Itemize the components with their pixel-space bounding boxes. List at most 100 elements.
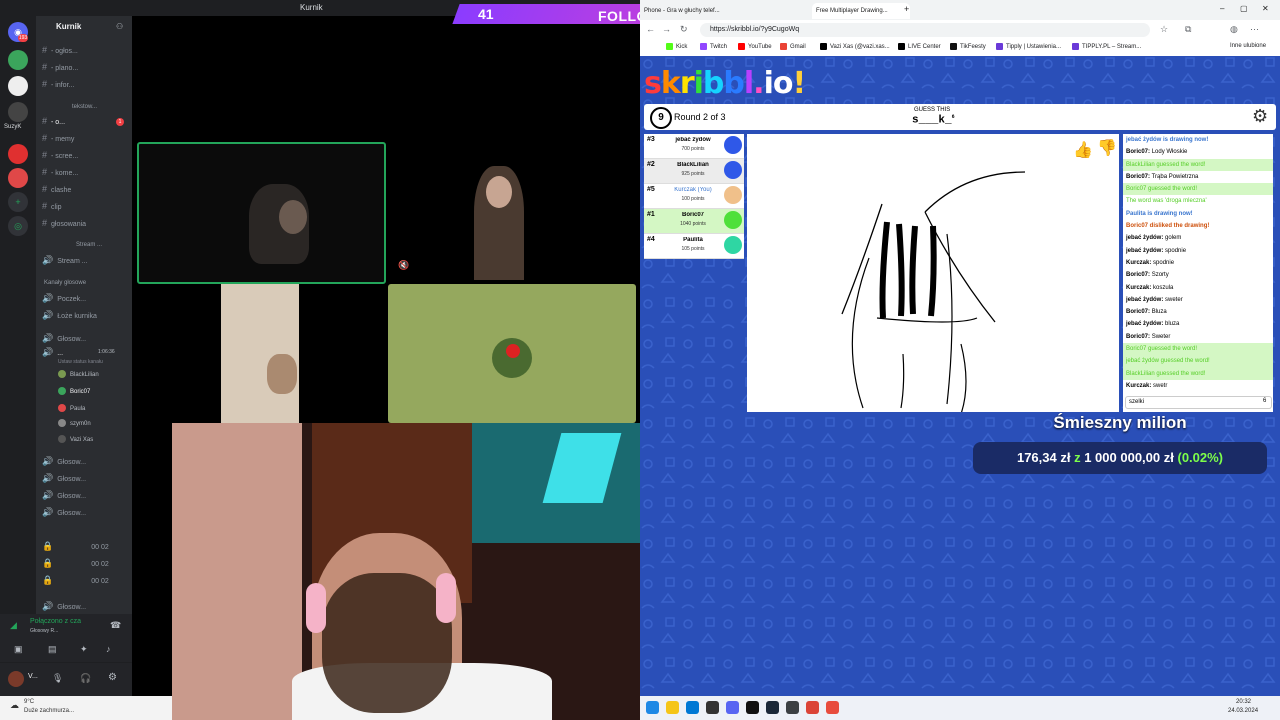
browser-tab-active[interactable]: Free Multiplayer Drawing... xyxy=(812,3,910,19)
player-row[interactable]: #4 Paulita 105 points xyxy=(644,234,744,259)
bookmark-item[interactable]: TikFeesty xyxy=(950,43,986,50)
extensions-icon[interactable]: ⧉ xyxy=(1185,24,1191,35)
video-tile-avatar[interactable] xyxy=(388,284,636,423)
new-tab-icon[interactable]: + xyxy=(904,4,909,14)
voice-channel-item[interactable]: 🔊 Głosow... xyxy=(42,332,130,344)
like-icon[interactable]: 👍 xyxy=(1073,140,1093,160)
bookmark-item[interactable]: YouTube xyxy=(738,43,772,50)
bookmark-item[interactable]: TIPPLY.PL – Stream... xyxy=(1072,43,1141,50)
player-row-self[interactable]: #5 Kurczak (You) 100 points xyxy=(644,184,744,209)
channel-item[interactable]: # - ogłos... xyxy=(42,44,130,56)
category-label[interactable]: Stream ... xyxy=(76,242,102,248)
mic-icon[interactable]: 🎙 xyxy=(52,673,63,684)
locked-voice-channel[interactable]: 🔒 00 02 xyxy=(42,574,130,586)
app-icon[interactable] xyxy=(826,701,839,714)
headphones-icon[interactable]: 🎧 xyxy=(80,673,91,684)
voice-user[interactable]: BlackLilian xyxy=(58,370,128,381)
channel-item[interactable]: # - plano... xyxy=(42,61,130,73)
guess-input[interactable]: szelki xyxy=(1125,396,1272,409)
channel-item[interactable]: # - kome... xyxy=(42,166,130,178)
channel-item[interactable]: # - memy xyxy=(42,132,130,144)
server-icon[interactable] xyxy=(8,168,28,188)
voice-channel-item[interactable]: 🔊 Głosow... xyxy=(42,506,130,518)
player-row[interactable]: #1 Boric07 1040 points xyxy=(644,209,744,234)
category-label[interactable]: tekstow... xyxy=(72,104,97,110)
channel-item[interactable]: # - infor... xyxy=(42,78,130,90)
app-icon[interactable] xyxy=(706,701,719,714)
voice-user[interactable]: Vazi Xas xyxy=(58,435,128,446)
minimize-icon[interactable]: – xyxy=(1220,4,1224,13)
screen-share-icon[interactable]: ▤ xyxy=(48,644,57,655)
server-icon[interactable] xyxy=(8,76,28,96)
voice-channel-item[interactable]: 🔊 Głosow... xyxy=(42,472,130,484)
dislike-icon[interactable]: 👎 xyxy=(1097,138,1117,158)
store-icon[interactable] xyxy=(686,701,699,714)
clock-date[interactable]: 24.03.2024 xyxy=(1228,708,1258,714)
channel-item[interactable]: # - scree... xyxy=(42,149,130,161)
server-name[interactable]: Kurnik xyxy=(56,22,81,31)
connection-channel[interactable]: Głosowy R... xyxy=(30,628,58,634)
url-input[interactable]: https://skribbl.io/?y9CugoWq xyxy=(700,23,1150,37)
signal-icon[interactable]: ◢ xyxy=(10,620,17,631)
username[interactable]: V... xyxy=(28,673,38,680)
voice-channel-item[interactable]: 🔊 Stream ... xyxy=(42,254,130,266)
voice-channel-item[interactable]: 🔊 Głosow... xyxy=(42,455,130,467)
player-row[interactable]: #3 jebać żydów 700 points xyxy=(644,134,744,159)
drawing-canvas[interactable]: 👍 👎 xyxy=(747,134,1119,415)
bookmark-item[interactable]: Twitch xyxy=(700,43,727,50)
active-voice-channel[interactable]: 🔊... xyxy=(42,346,130,358)
favorite-star-icon[interactable]: ☆ xyxy=(1160,24,1168,35)
channel-item[interactable]: # clashe xyxy=(42,183,130,195)
locked-voice-channel[interactable]: 🔒 00 02 xyxy=(42,540,130,552)
voice-channel-item[interactable]: 🔊 Głosow... xyxy=(42,600,130,612)
voice-user[interactable]: Paula xyxy=(58,404,128,415)
voice-channel-item[interactable]: 🔊 Poczek... xyxy=(42,292,130,304)
voice-user[interactable]: Boric07 xyxy=(58,387,128,398)
voice-channel-item[interactable]: 🔊 Głosow... xyxy=(42,489,130,501)
voice-user[interactable]: szym0n xyxy=(58,419,128,430)
browser-tab[interactable]: Phone - Gra w głuchy telef... xyxy=(640,3,748,19)
weather-widget[interactable]: ☁ 9°C Duże zachmurza... xyxy=(0,696,172,720)
video-tile[interactable]: 🔇 xyxy=(388,142,636,280)
other-bookmarks[interactable]: Inne ulubione xyxy=(1230,43,1266,49)
connection-status[interactable]: Połączono z cza xyxy=(30,618,81,625)
server-icon[interactable] xyxy=(8,144,28,164)
profile-icon[interactable]: ◍ xyxy=(1230,24,1238,35)
reload-icon[interactable]: ↻ xyxy=(680,24,688,35)
settings-gear-icon[interactable]: ⚙ xyxy=(108,672,117,683)
channel-item[interactable]: # clip xyxy=(42,200,130,212)
app-icon[interactable] xyxy=(746,701,759,714)
skribbl-logo[interactable]: skribbl.io! xyxy=(644,66,806,101)
steam-icon[interactable] xyxy=(766,701,779,714)
bookmark-item[interactable]: Gmail xyxy=(780,43,806,50)
avatar[interactable] xyxy=(8,671,24,687)
disconnect-icon[interactable]: ☎ xyxy=(110,620,121,631)
category-label[interactable]: Kanały głosowe xyxy=(44,280,86,286)
player-row[interactable]: #2 BlackLilian 925 points xyxy=(644,159,744,184)
file-explorer-icon[interactable] xyxy=(666,701,679,714)
add-server-icon[interactable]: + xyxy=(8,192,28,212)
video-tile[interactable] xyxy=(137,284,382,423)
bookmark-item[interactable]: Tipply | Ustawienia... xyxy=(996,43,1061,50)
voice-channel-item[interactable]: 🔊 Łoże kurnika xyxy=(42,309,130,321)
voice-status[interactable]: Ustaw status kanału xyxy=(58,359,103,365)
activity-icon[interactable]: ✦ xyxy=(80,644,88,655)
edge-icon[interactable] xyxy=(646,701,659,714)
back-icon[interactable]: ← xyxy=(646,24,655,34)
soundboard-icon[interactable]: ♪ xyxy=(106,644,111,654)
settings-gear-icon[interactable]: ⚙ xyxy=(1252,107,1270,125)
forward-icon[interactable]: → xyxy=(662,24,671,34)
invite-icon[interactable]: ⚇ xyxy=(116,22,123,31)
maximize-icon[interactable]: ▢ xyxy=(1240,4,1248,13)
camera-icon[interactable]: ▣ xyxy=(14,644,23,655)
bookmark-item[interactable]: Kick xyxy=(666,43,687,50)
explore-icon[interactable]: ◎ xyxy=(8,216,28,236)
server-icon[interactable] xyxy=(8,102,28,122)
close-icon[interactable]: ✕ xyxy=(1262,4,1269,13)
chrome-icon[interactable] xyxy=(806,701,819,714)
discord-taskbar-icon[interactable] xyxy=(726,701,739,714)
video-tile-speaking[interactable] xyxy=(137,142,386,284)
server-icon[interactable] xyxy=(8,50,28,70)
clock-time[interactable]: 20:32 xyxy=(1236,699,1251,705)
bookmark-item[interactable]: LIVE Center xyxy=(898,43,941,50)
